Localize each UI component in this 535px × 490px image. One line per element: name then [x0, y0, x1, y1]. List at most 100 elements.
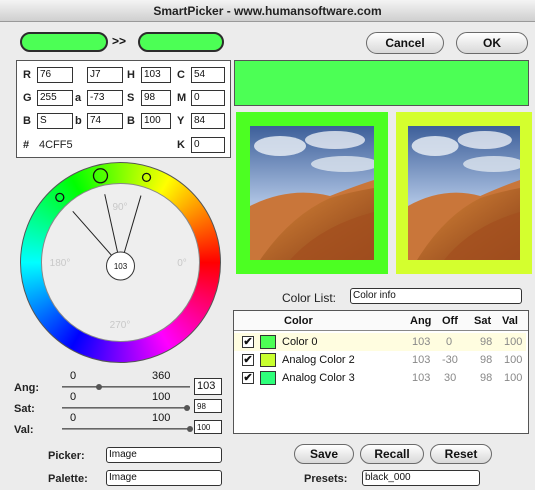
desert-image-left	[250, 126, 379, 260]
main-color-band	[234, 60, 529, 106]
field-r[interactable]: 76	[37, 67, 73, 83]
field-s[interactable]: 98	[141, 90, 171, 106]
field-b[interactable]: S	[37, 113, 73, 129]
slider-label-ang: Ang:	[14, 382, 40, 394]
slider-thumb-sat[interactable]	[184, 405, 191, 411]
wheel-center-value: 103	[114, 262, 128, 271]
row-sat: 98	[480, 372, 493, 384]
presets-label: Presets:	[304, 473, 348, 485]
slider-value-ang[interactable]: 103	[194, 378, 222, 395]
slider-track-val[interactable]	[62, 428, 190, 430]
slider-max-ang: 360	[152, 370, 171, 382]
color-list-label: Color List:	[282, 291, 337, 305]
slider-min-ang: 0	[70, 370, 77, 382]
field-lab-b[interactable]: 74	[87, 113, 123, 129]
row-val: 100	[504, 372, 523, 384]
label-s: S	[127, 92, 135, 104]
hex-value[interactable]: 4CFF5	[39, 139, 73, 151]
color-list-table: Color Ang Off Sat Val ✔ Color 0 103 0 98…	[233, 310, 529, 434]
row-ang: 103	[412, 372, 431, 384]
compare-arrow: >>	[112, 34, 127, 48]
label-m: M	[177, 92, 187, 104]
slider-label-val: Val:	[14, 424, 34, 436]
row-val: 100	[504, 354, 523, 366]
row-name: Color 0	[282, 336, 318, 348]
row-checkbox[interactable]: ✔	[242, 372, 254, 384]
wheel-label-270: 270°	[110, 320, 131, 331]
row-off: 30	[444, 372, 457, 384]
color-list-select[interactable]: Color info	[350, 288, 522, 304]
row-color-swatch	[260, 371, 276, 385]
slider-min-sat: 0	[70, 391, 77, 403]
field-g[interactable]: 255	[37, 90, 73, 106]
label-b: B	[23, 115, 31, 127]
ok-button[interactable]: OK	[456, 32, 528, 54]
save-button[interactable]: Save	[294, 444, 354, 464]
field-brightness[interactable]: 100	[141, 113, 171, 129]
row-ang: 103	[412, 336, 431, 348]
window-title: SmartPicker - www.humansoftware.com	[0, 0, 535, 22]
row-name: Analog Color 2	[282, 354, 355, 366]
label-c: C	[177, 69, 185, 81]
picker-label: Picker:	[48, 450, 85, 462]
desert-image-right	[408, 126, 525, 260]
previous-color-swatch[interactable]	[138, 32, 224, 52]
preview-right[interactable]	[396, 112, 532, 274]
label-r: R	[23, 69, 31, 81]
presets-select[interactable]: black_000	[362, 470, 480, 486]
row-ang: 103	[412, 354, 431, 366]
wheel-label-180: 180°	[50, 258, 71, 269]
hex-prefix: #	[23, 139, 30, 151]
col-header-ang[interactable]: Ang	[410, 315, 431, 327]
wheel-label-0: 0°	[177, 258, 187, 269]
field-k[interactable]: 0	[191, 137, 225, 153]
picker-select[interactable]: Image	[106, 447, 222, 463]
label-brightness: B	[127, 115, 135, 127]
label-lab-a: a	[75, 92, 82, 104]
field-lab-l[interactable]: J7	[87, 67, 123, 83]
row-checkbox[interactable]: ✔	[242, 336, 254, 348]
slider-track-sat[interactable]	[62, 407, 190, 409]
color-wheel[interactable]: 90° 180° 0° 270° 103	[18, 160, 223, 365]
row-checkbox[interactable]: ✔	[242, 354, 254, 366]
label-g: G	[23, 92, 32, 104]
table-row[interactable]: ✔ Color 0 103 0 98 100	[234, 333, 526, 351]
label-lab-b: b	[75, 115, 82, 127]
slider-label-sat: Sat:	[14, 403, 35, 415]
recall-button[interactable]: Recall	[360, 444, 424, 464]
row-sat: 98	[480, 354, 493, 366]
field-y[interactable]: 84	[191, 113, 225, 129]
slider-thumb-ang[interactable]	[96, 384, 103, 390]
col-header-color[interactable]: Color	[284, 315, 313, 327]
field-m[interactable]: 0	[191, 90, 225, 106]
color-values-panel: R 76 G 255 B S # 4CFF5 a b J7 -73 74 H 1…	[16, 60, 231, 158]
row-color-swatch	[260, 335, 276, 349]
table-row[interactable]: ✔ Analog Color 3 103 30 98 100	[234, 369, 526, 387]
table-row[interactable]: ✔ Analog Color 2 103 -30 98 100	[234, 351, 526, 369]
col-header-off[interactable]: Off	[442, 315, 458, 327]
slider-thumb-val[interactable]	[187, 426, 193, 432]
col-header-sat[interactable]: Sat	[474, 315, 491, 327]
slider-value-sat[interactable]: 98	[194, 399, 222, 413]
field-c[interactable]: 54	[191, 67, 225, 83]
current-color-swatch[interactable]	[20, 32, 108, 52]
label-h: H	[127, 69, 135, 81]
preview-left[interactable]	[236, 112, 388, 274]
row-val: 100	[504, 336, 523, 348]
cancel-button[interactable]: Cancel	[366, 32, 444, 54]
palette-label: Palette:	[48, 473, 88, 485]
field-lab-a[interactable]: -73	[87, 90, 123, 106]
slider-min-val: 0	[70, 412, 77, 424]
row-sat: 98	[480, 336, 493, 348]
slider-track-ang[interactable]	[62, 386, 190, 388]
label-y: Y	[177, 115, 185, 127]
row-off: -30	[442, 354, 458, 366]
slider-value-val[interactable]: 100	[194, 420, 222, 434]
label-k: K	[177, 139, 185, 151]
palette-select[interactable]: Image	[106, 470, 222, 486]
col-header-val[interactable]: Val	[502, 315, 518, 327]
row-color-swatch	[260, 353, 276, 367]
reset-button[interactable]: Reset	[430, 444, 492, 464]
field-h[interactable]: 103	[141, 67, 171, 83]
wheel-label-90: 90°	[112, 202, 127, 213]
